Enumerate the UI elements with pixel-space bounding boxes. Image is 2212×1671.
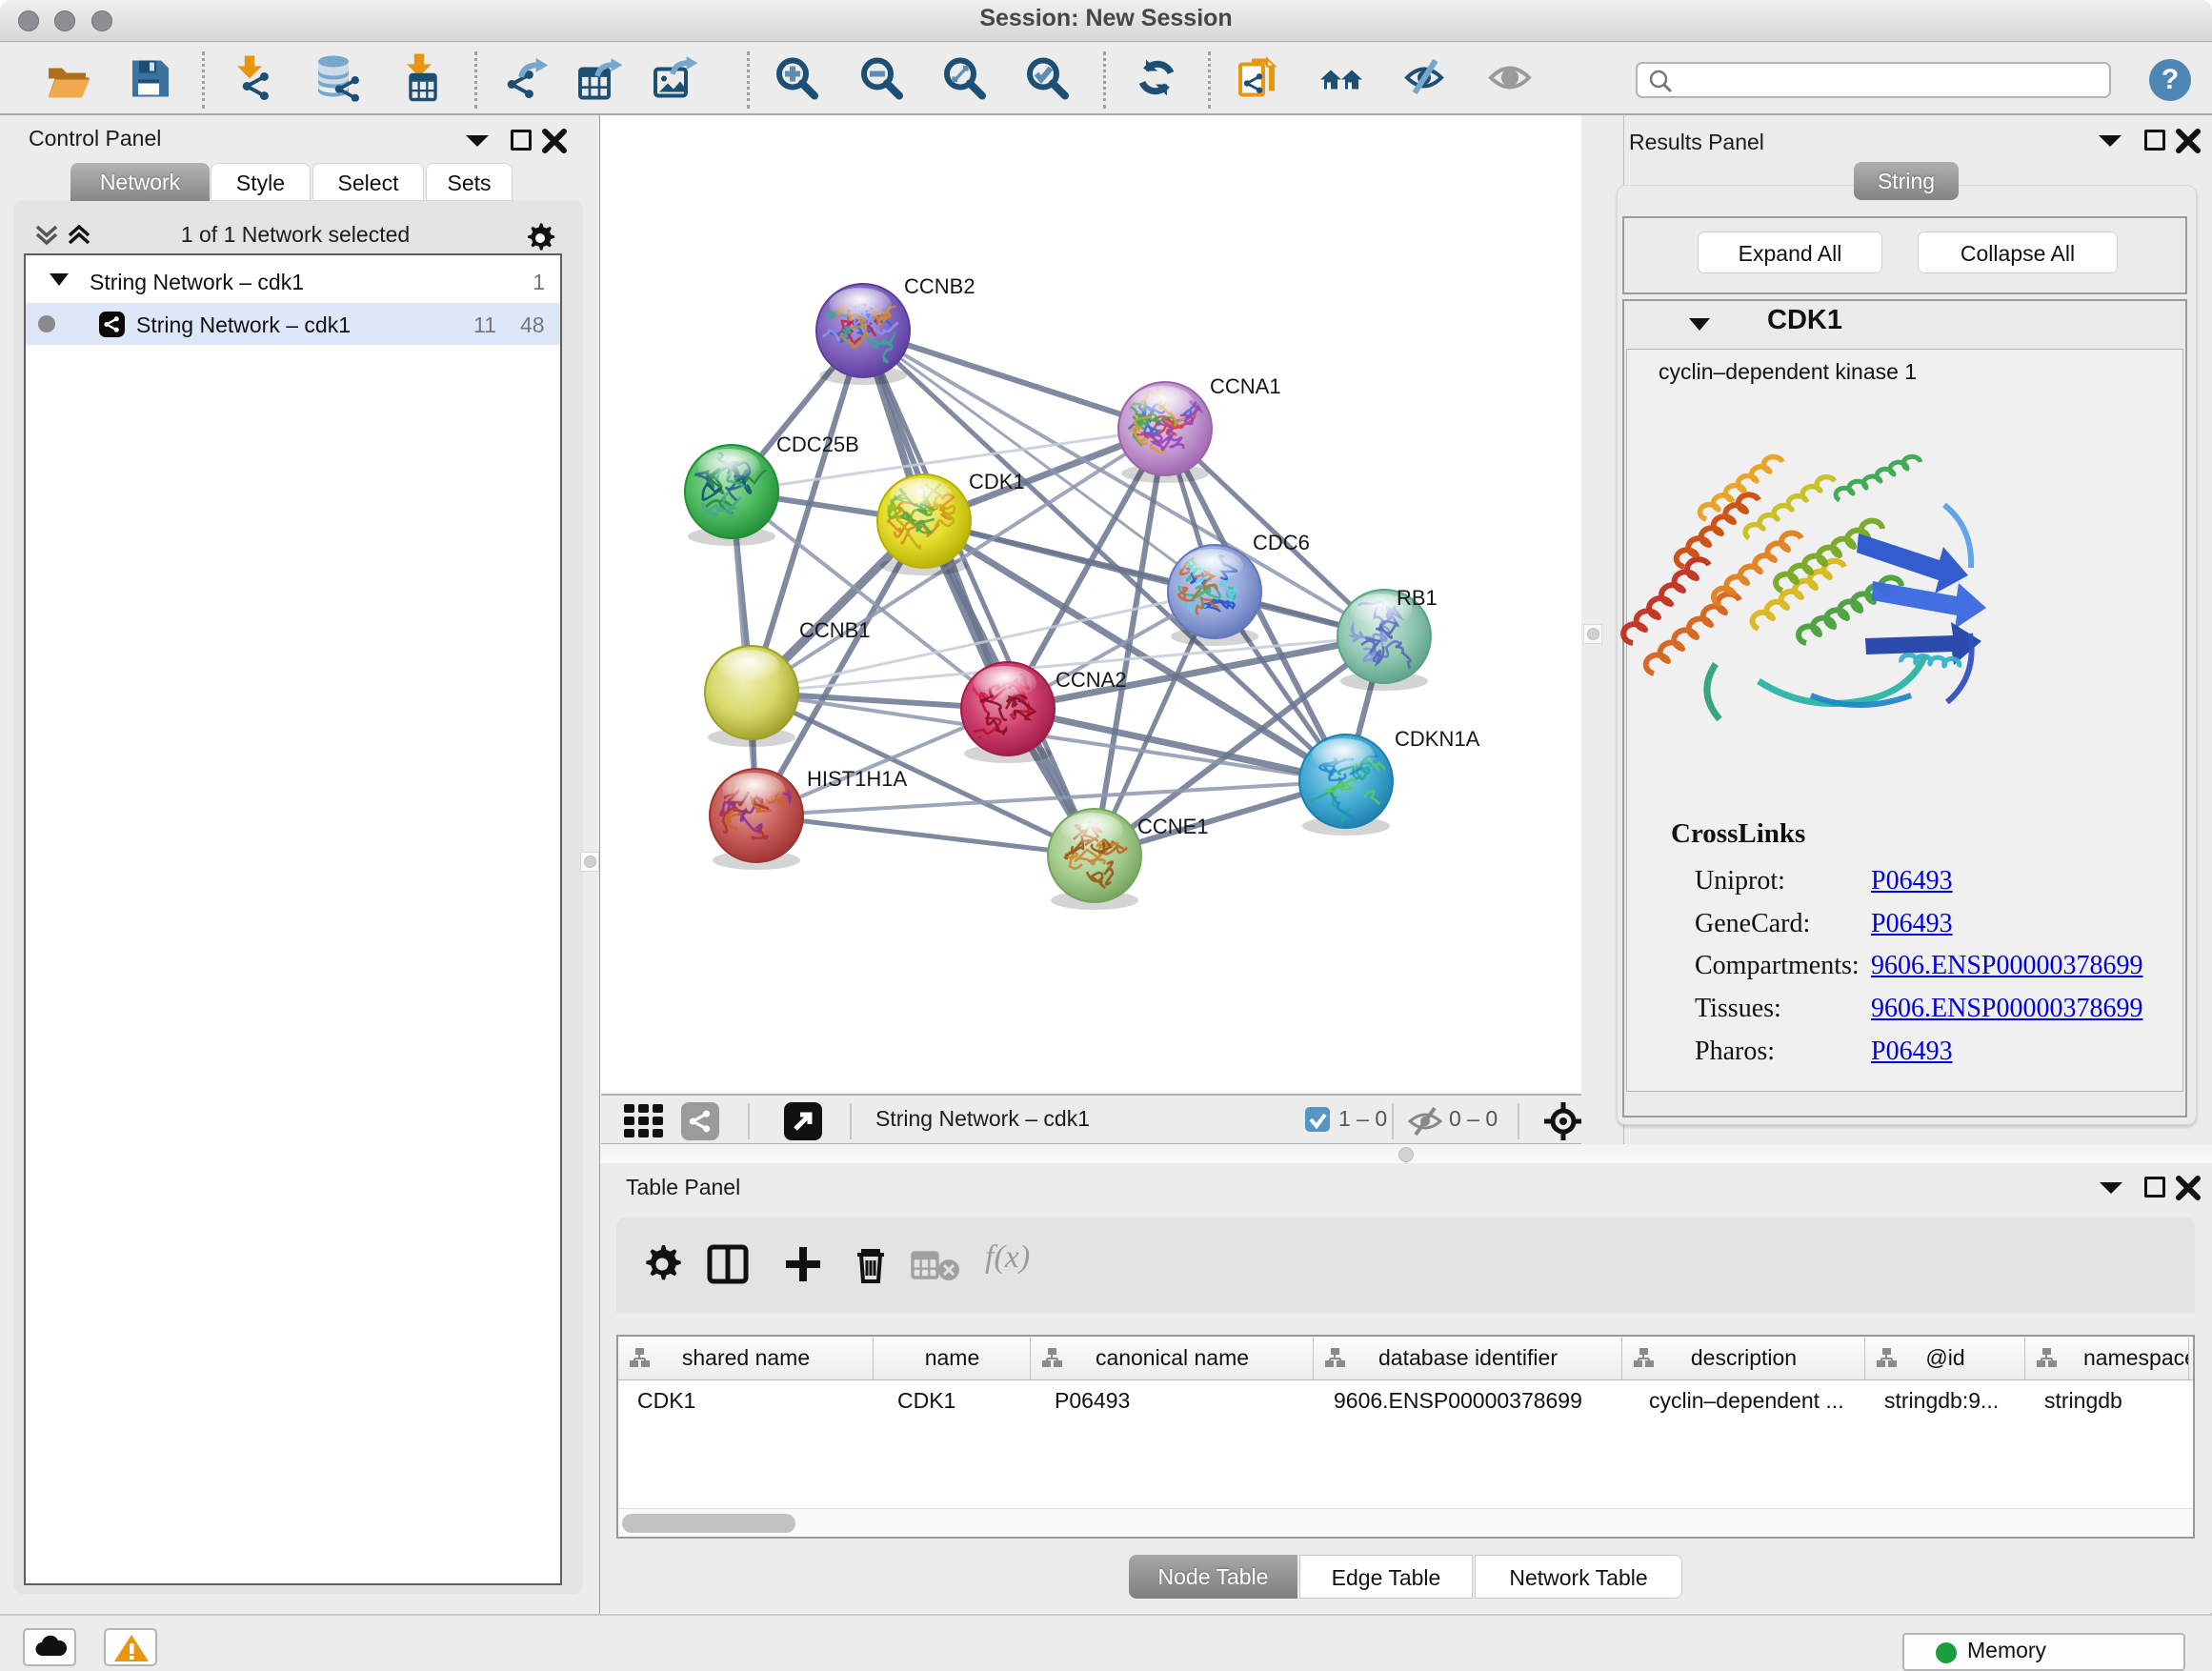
svg-text:CCNA1: CCNA1	[1210, 374, 1281, 398]
svg-text:CCNA2: CCNA2	[1056, 668, 1127, 692]
svg-text:CDK1: CDK1	[969, 470, 1025, 493]
svg-text:RB1: RB1	[1397, 586, 1438, 610]
svg-text:CCNB2: CCNB2	[904, 274, 975, 298]
svg-text:CDC6: CDC6	[1253, 531, 1310, 554]
svg-text:HIST1H1A: HIST1H1A	[807, 767, 907, 791]
svg-text:CDKN1A: CDKN1A	[1395, 727, 1480, 751]
svg-text:CCNE1: CCNE1	[1137, 815, 1209, 838]
svg-text:CCNB1: CCNB1	[799, 618, 871, 642]
svg-text:CDC25B: CDC25B	[776, 433, 859, 456]
